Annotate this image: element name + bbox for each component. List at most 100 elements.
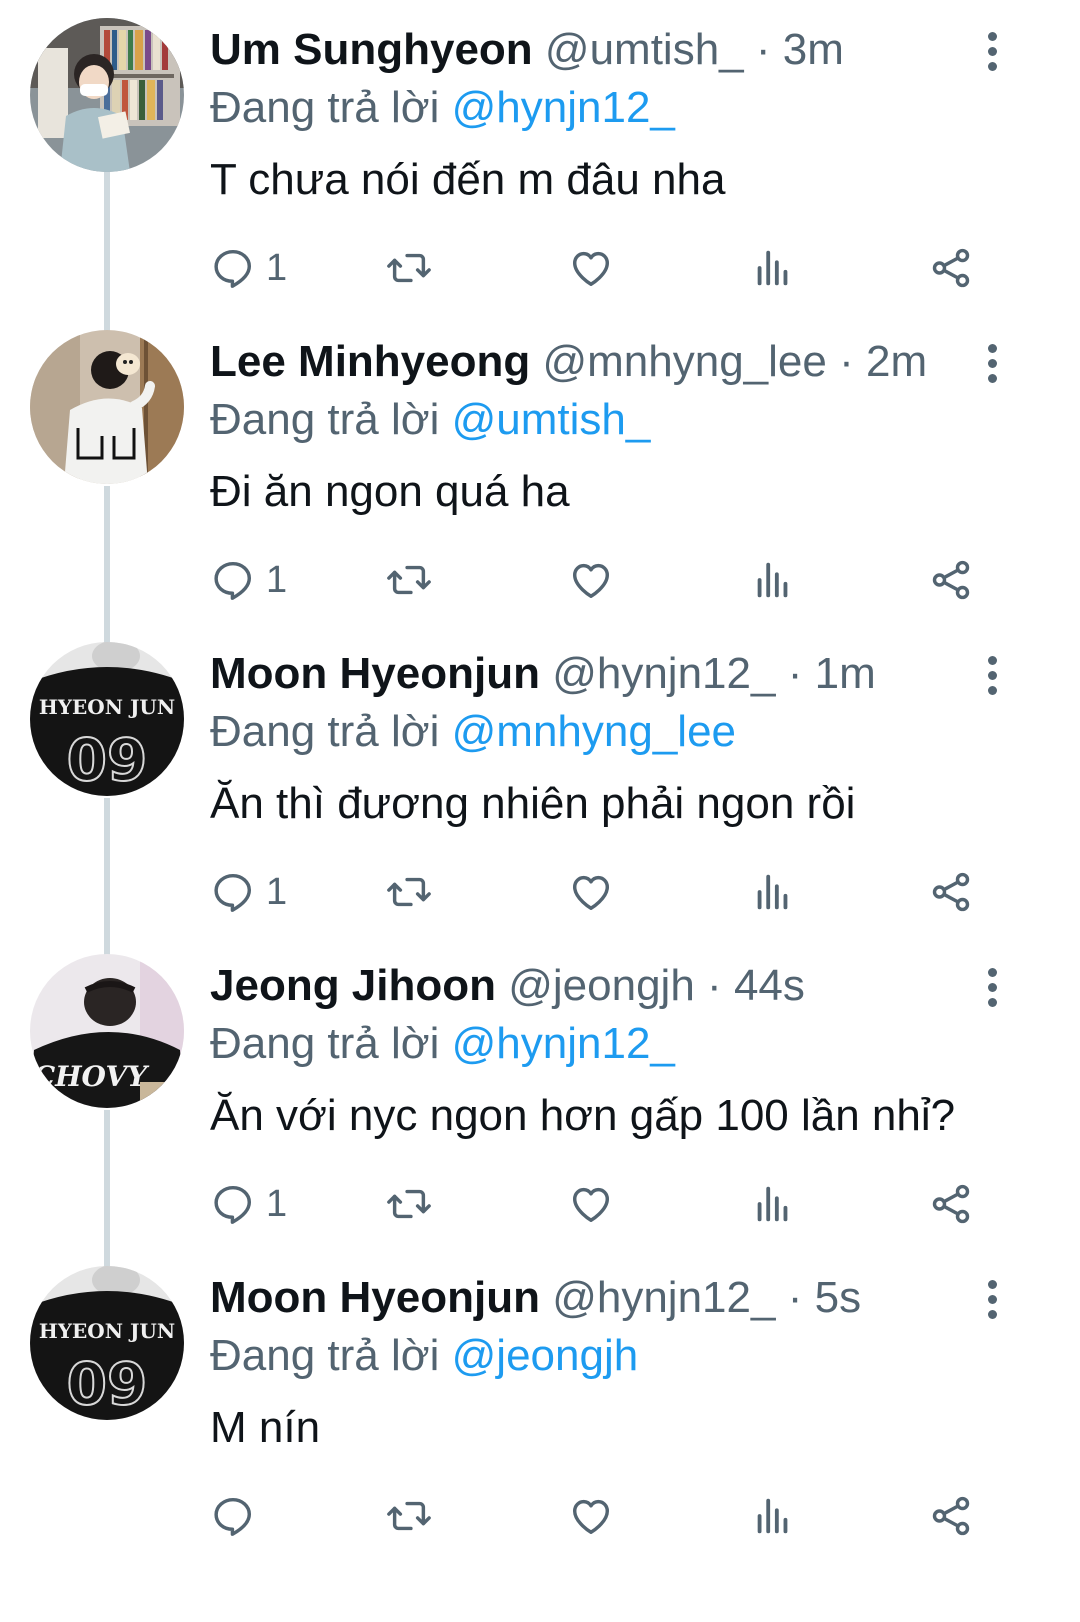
- reply-mention[interactable]: @mnhyng_lee: [452, 707, 736, 756]
- tweet-4[interactable]: CHOVY Jeong Jihoon @jeongjh · 44s Đang t…: [0, 936, 1080, 1260]
- tweet-header: Moon Hyeonjun @hynjn12_ · 5s: [210, 1270, 861, 1326]
- stats-button[interactable]: [750, 1178, 796, 1230]
- retweet-button[interactable]: [386, 1178, 432, 1230]
- tweet-1[interactable]: Um Sunghyeon @umtish_ · 3m Đang trả lời …: [0, 0, 1080, 324]
- reply-button[interactable]: 1: [210, 866, 287, 918]
- stats-button[interactable]: [750, 242, 796, 294]
- more-icon[interactable]: [982, 344, 1002, 384]
- reply-count: 1: [266, 246, 288, 289]
- like-icon: [572, 1499, 610, 1535]
- avatar[interactable]: HYEON JUN 09: [30, 1266, 184, 1420]
- separator-dot: ·: [755, 25, 771, 74]
- avatar[interactable]: [30, 18, 184, 172]
- avatar[interactable]: [30, 330, 184, 484]
- stats-icon: [757, 874, 788, 910]
- reply-icon: [214, 873, 252, 912]
- like-icon: [572, 563, 610, 599]
- more-icon[interactable]: [982, 968, 1002, 1008]
- avatar-photo-jersey-09: HYEON JUN 09: [30, 1266, 184, 1420]
- reply-icon: [214, 1185, 252, 1224]
- reply-mention[interactable]: @jeongjh: [452, 1331, 639, 1380]
- author-name[interactable]: Um Sunghyeon: [210, 25, 533, 74]
- more-icon[interactable]: [982, 656, 1002, 696]
- timestamp[interactable]: 5s: [815, 1273, 861, 1322]
- like-button[interactable]: [568, 1178, 614, 1230]
- avatar-photo-reading-books: [30, 18, 184, 172]
- replying-label: Đang trả lời: [210, 707, 440, 756]
- like-button[interactable]: [568, 1490, 614, 1542]
- reply-thread: Um Sunghyeon @umtish_ · 3m Đang trả lời …: [0, 0, 1080, 1622]
- author-name[interactable]: Moon Hyeonjun: [210, 1273, 540, 1322]
- reply-count: 1: [266, 558, 288, 601]
- separator-dot: ·: [707, 961, 722, 1010]
- tweet-3[interactable]: HYEON JUN 09 Moon Hyeonjun @hynjn12_ · 1…: [0, 624, 1080, 948]
- stats-icon: [757, 250, 788, 286]
- action-bar: 1: [210, 242, 1010, 294]
- stats-button[interactable]: [750, 866, 796, 918]
- author-handle[interactable]: @jeongjh: [508, 961, 695, 1010]
- stats-button[interactable]: [750, 1490, 796, 1542]
- share-icon: [932, 248, 970, 288]
- jersey-number-text: 09: [67, 726, 148, 794]
- replying-to: Đang trả lời @mnhyng_lee: [210, 704, 736, 760]
- like-button[interactable]: [568, 242, 614, 294]
- replying-to: Đang trả lời @hynjn12_: [210, 80, 675, 136]
- share-icon: [932, 1184, 970, 1224]
- tweet-5[interactable]: HYEON JUN 09 Moon Hyeonjun @hynjn12_ · 5…: [0, 1248, 1080, 1572]
- replying-label: Đang trả lời: [210, 83, 440, 132]
- action-bar: 1: [210, 554, 1010, 606]
- reply-mention[interactable]: @umtish_: [452, 395, 651, 444]
- avatar-photo-jersey-09: HYEON JUN 09: [30, 642, 184, 796]
- more-icon[interactable]: [982, 32, 1002, 72]
- retweet-icon: [387, 253, 431, 283]
- timestamp[interactable]: 1m: [815, 649, 876, 698]
- author-handle[interactable]: @umtish_: [545, 25, 744, 74]
- retweet-button[interactable]: [386, 554, 432, 606]
- retweet-icon: [387, 1501, 431, 1531]
- timestamp[interactable]: 2m: [866, 337, 927, 386]
- author-name[interactable]: Moon Hyeonjun: [210, 649, 540, 698]
- author-name[interactable]: Jeong Jihoon: [210, 961, 496, 1010]
- like-icon: [572, 875, 610, 911]
- action-bar: [210, 1490, 1010, 1542]
- like-icon: [572, 251, 610, 287]
- reply-mention[interactable]: @hynjn12_: [452, 1019, 675, 1068]
- replying-to: Đang trả lời @jeongjh: [210, 1328, 638, 1384]
- reply-mention[interactable]: @hynjn12_: [452, 83, 675, 132]
- author-handle[interactable]: @hynjn12_: [552, 649, 775, 698]
- retweet-button[interactable]: [386, 242, 432, 294]
- jersey-name-text: HYEON JUN: [39, 695, 175, 719]
- separator-dot: ·: [839, 337, 854, 386]
- share-button[interactable]: [928, 242, 974, 294]
- share-button[interactable]: [928, 554, 974, 606]
- author-handle[interactable]: @mnhyng_lee: [542, 337, 826, 386]
- stats-icon: [757, 562, 788, 598]
- timestamp[interactable]: 3m: [783, 25, 844, 74]
- reply-button[interactable]: [210, 1490, 266, 1542]
- like-button[interactable]: [568, 554, 614, 606]
- avatar[interactable]: CHOVY: [30, 954, 184, 1108]
- more-icon[interactable]: [982, 1280, 1002, 1320]
- like-icon: [572, 1187, 610, 1223]
- author-name[interactable]: Lee Minhyeong: [210, 337, 530, 386]
- reply-button[interactable]: 1: [210, 554, 287, 606]
- like-button[interactable]: [568, 866, 614, 918]
- reply-count: 1: [266, 870, 288, 913]
- share-button[interactable]: [928, 1178, 974, 1230]
- reply-icon: [214, 561, 252, 600]
- retweet-button[interactable]: [386, 1490, 432, 1542]
- retweet-button[interactable]: [386, 866, 432, 918]
- tweet-header: Um Sunghyeon @umtish_ · 3m: [210, 22, 844, 78]
- reply-button[interactable]: 1: [210, 1178, 287, 1230]
- share-button[interactable]: [928, 866, 974, 918]
- stats-icon: [757, 1498, 788, 1534]
- timestamp[interactable]: 44s: [734, 961, 805, 1010]
- avatar[interactable]: HYEON JUN 09: [30, 642, 184, 796]
- author-handle[interactable]: @hynjn12_: [552, 1273, 775, 1322]
- replying-label: Đang trả lời: [210, 1331, 440, 1380]
- tweet-2[interactable]: Lee Minhyeong @mnhyng_lee · 2m Đang trả …: [0, 312, 1080, 636]
- tweet-text: Ăn thì đương nhiên phải ngon rồi: [210, 779, 856, 828]
- stats-button[interactable]: [750, 554, 796, 606]
- share-button[interactable]: [928, 1490, 974, 1542]
- reply-button[interactable]: 1: [210, 242, 287, 294]
